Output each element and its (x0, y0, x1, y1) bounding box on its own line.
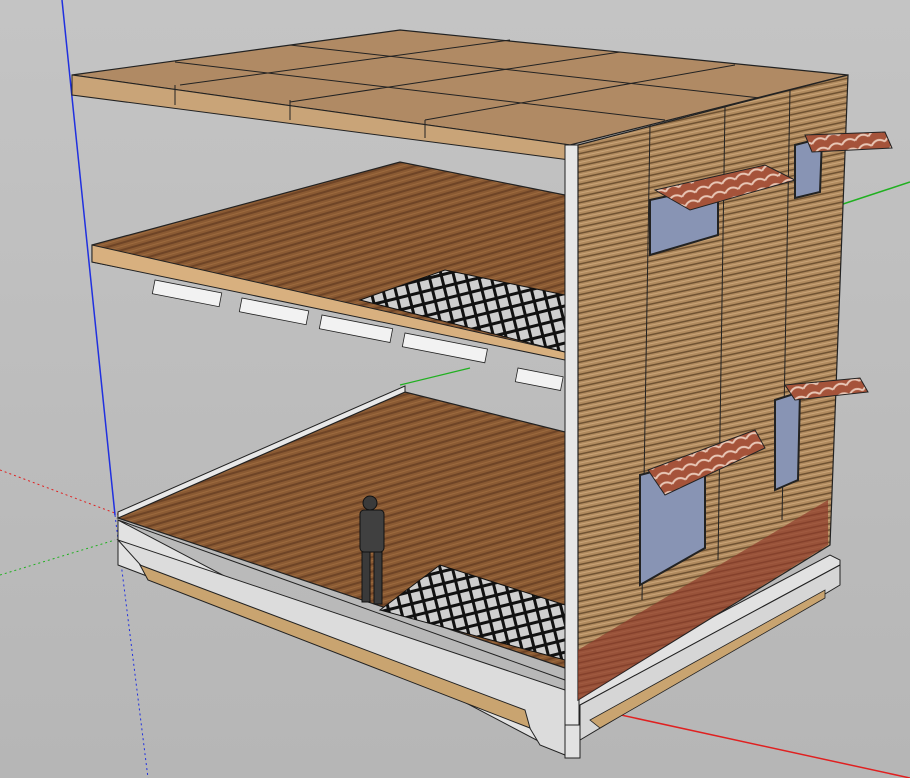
middle-floor (91, 161, 566, 391)
green-axis (839, 181, 910, 206)
3d-viewport[interactable] (0, 0, 910, 778)
corner-post (564, 144, 580, 726)
green-axis-dotted (0, 539, 116, 576)
red-axis (574, 704, 910, 778)
building-section-model (0, 0, 910, 778)
green-axis-mid (399, 367, 471, 386)
red-axis-dotted (0, 469, 121, 516)
